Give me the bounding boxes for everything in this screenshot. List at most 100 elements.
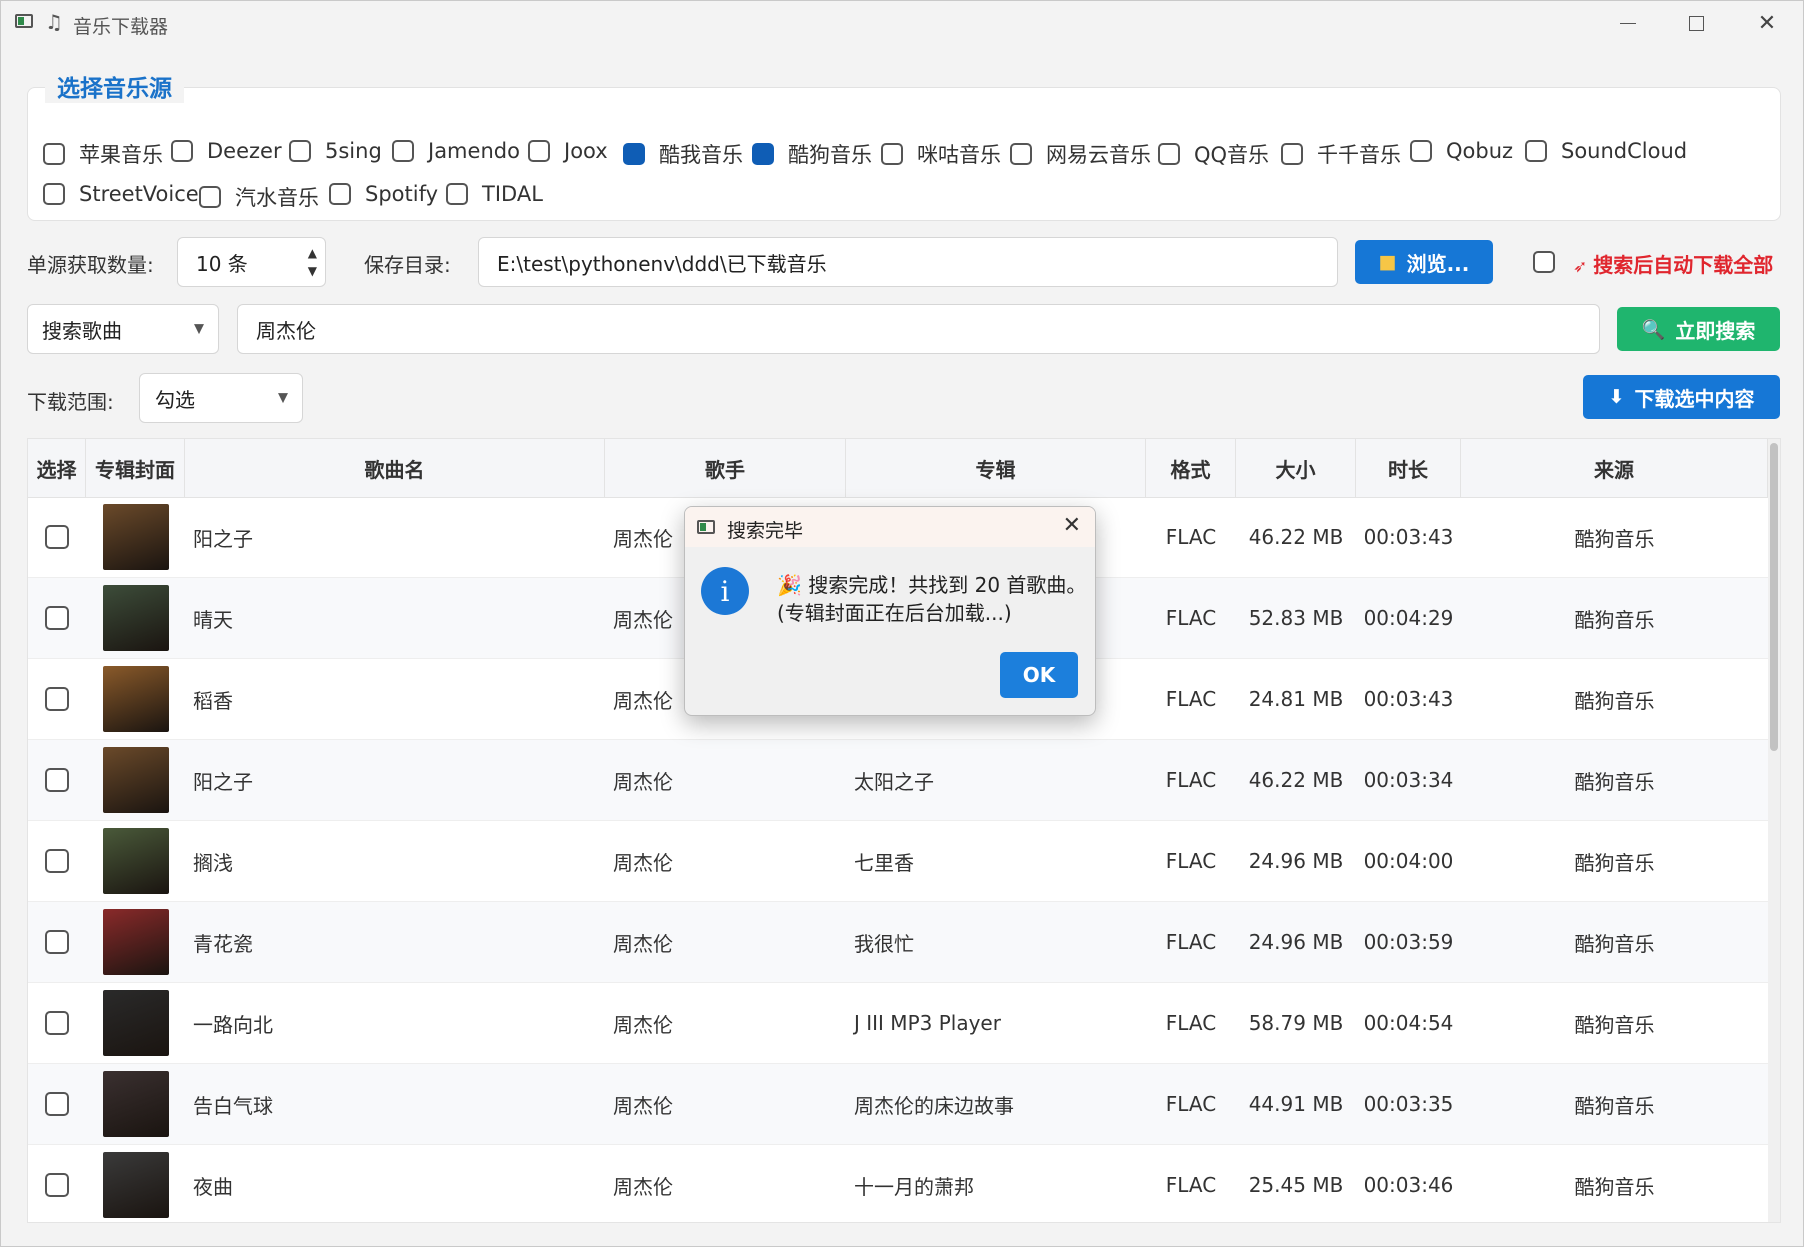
source-checkbox[interactable] [1410,140,1432,162]
source-checkbox[interactable] [43,143,65,165]
source-option[interactable]: StreetVoice [43,182,199,206]
column-header[interactable]: 选择 [28,439,86,497]
artist-cell: 周杰伦 [613,931,673,956]
artist-cell: 周杰伦 [613,1174,673,1199]
source-checkbox[interactable] [623,143,645,165]
range-value: 勾选 [155,387,195,412]
table-row[interactable]: 搁浅 周杰伦 七里香 FLAC 24.96 MB 00:04:00 酷狗音乐 [28,821,1768,902]
source-label: Deezer [207,139,282,163]
source-option[interactable]: QQ音乐 [1158,139,1269,169]
format-cell: FLAC [1165,606,1217,630]
source-option[interactable]: 千千音乐 [1281,139,1401,169]
source-checkbox[interactable] [199,186,221,208]
table-scrollbar[interactable] [1768,439,1780,1222]
song-cell: 稻香 [193,688,233,713]
row-checkbox[interactable] [45,606,69,630]
count-spinbox[interactable]: 10 条 ▲ ▼ [177,237,326,287]
cover-cell [86,740,185,820]
source-group-title: 选择音乐源 [45,69,184,103]
row-checkbox[interactable] [45,768,69,792]
row-checkbox[interactable] [45,930,69,954]
dialog-message-line2: (专辑封面正在后台加载...) [777,601,1012,625]
search-button[interactable]: 🔍 立即搜索 [1617,307,1780,351]
column-header[interactable]: 时长 [1356,439,1461,497]
dialog-ok-button[interactable]: OK [1000,652,1078,698]
scrollbar-thumb[interactable] [1770,443,1778,751]
column-header[interactable]: 歌手 [605,439,846,497]
source-cell: 酷狗音乐 [1574,526,1655,551]
select-cell [28,497,86,577]
search-type-select[interactable]: 搜索歌曲 ▼ [27,304,219,354]
count-label: 单源获取数量: [27,253,154,277]
row-checkbox[interactable] [45,849,69,873]
download-selected-button[interactable]: ⬇ 下载选中内容 [1583,375,1780,419]
source-checkbox[interactable] [446,183,468,205]
column-header[interactable]: 专辑封面 [86,439,185,497]
maximize-button[interactable] [1663,1,1729,45]
size-cell: 24.81 MB [1248,687,1344,711]
source-option[interactable]: Qobuz [1410,139,1513,163]
browse-button[interactable]: ■ 浏览... [1355,240,1493,284]
source-option[interactable]: TIDAL [446,182,543,206]
song-cell: 搁浅 [193,850,233,875]
range-select[interactable]: 勾选 ▼ [139,373,303,423]
auto-download-checkbox[interactable] [1533,251,1555,273]
source-label: QQ音乐 [1194,143,1270,167]
source-checkbox[interactable] [289,140,311,162]
source-option[interactable]: 咪咕音乐 [881,139,1001,169]
source-checkbox[interactable] [1158,143,1180,165]
spin-arrows-icon[interactable]: ▲ ▼ [308,244,317,280]
source-option[interactable]: Spotify [329,182,438,206]
column-header[interactable]: 来源 [1461,439,1768,497]
source-option[interactable]: Deezer [171,139,282,163]
source-option[interactable]: 网易云音乐 [1010,139,1151,169]
source-option[interactable]: Joox [528,139,608,163]
row-checkbox[interactable] [45,687,69,711]
source-option[interactable]: Jamendo [392,139,520,163]
search-query-value: 周杰伦 [256,318,316,343]
row-checkbox[interactable] [45,1092,69,1116]
row-checkbox[interactable] [45,1173,69,1197]
row-checkbox[interactable] [45,525,69,549]
chevron-down-icon: ▼ [278,390,288,406]
source-option[interactable]: 酷我音乐 [623,139,743,169]
source-option[interactable]: 汽水音乐 [199,182,319,212]
source-checkbox[interactable] [1281,143,1303,165]
column-header[interactable]: 大小 [1236,439,1356,497]
source-checkbox[interactable] [1010,143,1032,165]
dialog-close-icon[interactable]: ✕ [1063,513,1081,538]
source-option[interactable]: 苹果音乐 [43,139,163,169]
source-checkbox[interactable] [752,143,774,165]
row-checkbox[interactable] [45,1011,69,1035]
source-option[interactable]: SoundCloud [1525,139,1687,163]
source-option[interactable]: 5sing [289,139,382,163]
source-checkbox[interactable] [43,183,65,205]
source-checkbox[interactable] [881,143,903,165]
source-checkbox[interactable] [329,183,351,205]
source-checkbox[interactable] [528,140,550,162]
search-input[interactable]: 周杰伦 [237,304,1600,354]
minimize-button[interactable] [1595,1,1661,45]
table-row[interactable]: 阳之子 周杰伦 太阳之子 FLAC 46.22 MB 00:03:34 酷狗音乐 [28,740,1768,821]
duration-cell: 00:04:54 [1363,1011,1454,1035]
select-cell [28,740,86,820]
close-button[interactable]: ✕ [1734,1,1800,45]
source-checkbox[interactable] [171,140,193,162]
column-header[interactable]: 歌曲名 [185,439,605,497]
table-row[interactable]: 一路向北 周杰伦 J III MP3 Player FLAC 58.79 MB 00:04… [28,983,1768,1064]
format-cell: FLAC [1165,687,1217,711]
source-label: 苹果音乐 [79,143,163,167]
count-value: 10 条 [196,251,248,276]
source-checkbox[interactable] [1525,140,1547,162]
source-cell: 酷狗音乐 [1574,688,1655,713]
source-option[interactable]: 酷狗音乐 [752,139,872,169]
table-row[interactable]: 青花瓷 周杰伦 我很忙 FLAC 24.96 MB 00:03:59 酷狗音乐 [28,902,1768,983]
source-checkbox[interactable] [392,140,414,162]
save-dir-input[interactable]: E:\test\pythonenv\ddd\已下载音乐 [478,237,1338,287]
duration-cell: 00:03:46 [1363,1173,1454,1197]
table-row[interactable]: 夜曲 周杰伦 十一月的萧邦 FLAC 25.45 MB 00:03:46 酷狗音乐 [28,1145,1768,1222]
source-label: 酷我音乐 [659,143,743,167]
column-header[interactable]: 专辑 [846,439,1146,497]
table-row[interactable]: 告白气球 周杰伦 周杰伦的床边故事 FLAC 44.91 MB 00:03:35 酷狗音乐 [28,1064,1768,1145]
column-header[interactable]: 格式 [1146,439,1236,497]
